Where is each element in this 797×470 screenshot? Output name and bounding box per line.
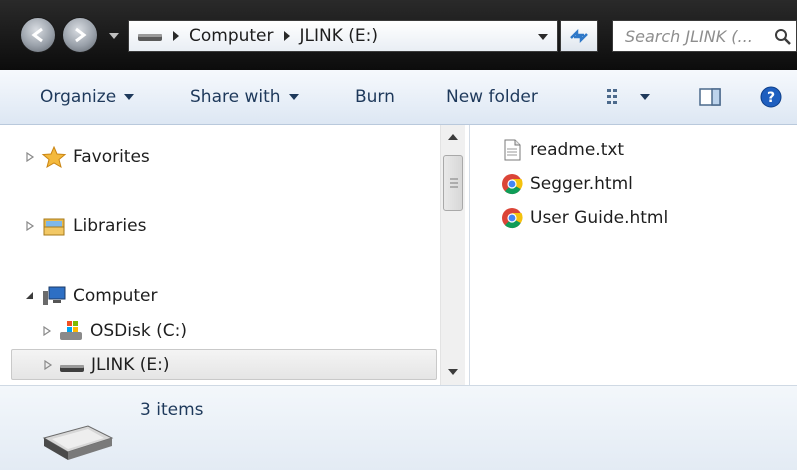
breadcrumb-computer[interactable]: Computer <box>189 26 274 46</box>
organize-button[interactable]: Organize <box>40 70 135 124</box>
file-name: readme.txt <box>530 140 625 160</box>
share-with-button[interactable]: Share with <box>190 70 299 124</box>
search-placeholder: Search JLINK (... <box>625 26 753 46</box>
expand-arrow-icon[interactable] <box>43 359 53 370</box>
list-item[interactable]: Segger.html <box>501 173 633 195</box>
expand-arrow-icon[interactable] <box>25 221 35 231</box>
change-view-button[interactable] <box>606 70 650 124</box>
breadcrumb-jlink[interactable]: JLINK (E:) <box>300 26 379 46</box>
removable-drive-icon <box>60 364 84 372</box>
breadcrumb-separator-icon[interactable] <box>282 30 292 42</box>
burn-button[interactable]: Burn <box>355 70 395 124</box>
scroll-thumb[interactable] <box>443 155 463 211</box>
favorites-label: Favorites <box>73 147 150 167</box>
list-item[interactable]: User Guide.html <box>501 207 668 229</box>
help-button[interactable]: ? <box>760 70 782 124</box>
libraries-icon <box>43 218 65 236</box>
jlink-label: JLINK (E:) <box>91 354 170 375</box>
computer-icon <box>43 286 66 305</box>
nav-scrollbar[interactable] <box>440 125 465 385</box>
chevron-down-icon <box>288 93 299 100</box>
title-bar: Computer JLINK (E:) Search JLINK (... <box>0 0 797 70</box>
organize-label: Organize <box>40 87 117 107</box>
computer-label: Computer <box>73 286 158 306</box>
removable-drive-icon <box>42 425 114 460</box>
preview-pane-button[interactable] <box>699 70 721 124</box>
system-drive-icon <box>60 321 82 340</box>
libraries-label: Libraries <box>73 216 147 236</box>
address-dropdown-icon[interactable] <box>537 32 549 42</box>
tree-item-computer[interactable]: Computer <box>25 284 158 308</box>
tree-item-libraries[interactable]: Libraries <box>25 214 146 238</box>
star-icon <box>41 146 67 168</box>
views-icon <box>607 89 617 104</box>
search-input[interactable]: Search JLINK (... <box>612 20 797 52</box>
recent-pages-dropdown-icon[interactable] <box>108 31 120 41</box>
breadcrumb-separator-icon[interactable] <box>171 30 181 42</box>
tree-item-osdisk[interactable]: OSDisk (C:) <box>42 319 187 343</box>
expand-arrow-icon[interactable] <box>42 326 52 336</box>
collapse-arrow-icon[interactable] <box>25 291 35 301</box>
new-folder-button[interactable]: New folder <box>446 70 538 124</box>
share-with-label: Share with <box>190 87 281 107</box>
address-bar[interactable]: Computer JLINK (E:) <box>128 20 558 52</box>
refresh-button[interactable] <box>560 20 598 52</box>
osdisk-label: OSDisk (C:) <box>90 321 187 341</box>
chevron-down-icon <box>640 93 650 100</box>
svg-text:?: ? <box>767 90 775 106</box>
tree-item-jlink[interactable]: JLINK (E:) <box>11 349 437 380</box>
text-file-icon <box>504 139 521 161</box>
forward-button[interactable] <box>62 17 98 53</box>
scroll-down-arrow-icon[interactable] <box>447 368 459 376</box>
list-item[interactable]: readme.txt <box>501 139 624 161</box>
forward-arrow-icon <box>75 27 87 43</box>
navigation-pane: Favorites Libraries Computer OSDisk (C:) <box>0 125 470 385</box>
file-name: Segger.html <box>530 174 633 194</box>
burn-label: Burn <box>355 87 395 107</box>
chevron-down-icon <box>124 93 135 100</box>
file-list: readme.txt Segger.html User Guide.html <box>471 125 797 385</box>
new-folder-label: New folder <box>446 87 538 107</box>
details-pane: 3 items <box>0 385 797 470</box>
tree-item-favorites[interactable]: Favorites <box>25 145 150 169</box>
drive-icon <box>138 34 162 41</box>
item-count: 3 items <box>140 400 204 420</box>
expand-arrow-icon[interactable] <box>25 152 35 162</box>
back-button[interactable] <box>20 17 56 53</box>
grip-icon <box>450 178 458 188</box>
help-icon: ? <box>760 86 782 108</box>
preview-pane-icon <box>699 88 721 106</box>
chrome-icon <box>502 208 523 229</box>
file-name: User Guide.html <box>530 208 669 228</box>
refresh-icon <box>570 28 588 44</box>
command-bar: Organize Share with Burn New folder ? <box>0 70 797 125</box>
back-arrow-icon <box>31 27 43 43</box>
chrome-icon <box>502 174 523 195</box>
scroll-up-arrow-icon[interactable] <box>447 133 459 141</box>
search-icon[interactable] <box>774 28 792 46</box>
